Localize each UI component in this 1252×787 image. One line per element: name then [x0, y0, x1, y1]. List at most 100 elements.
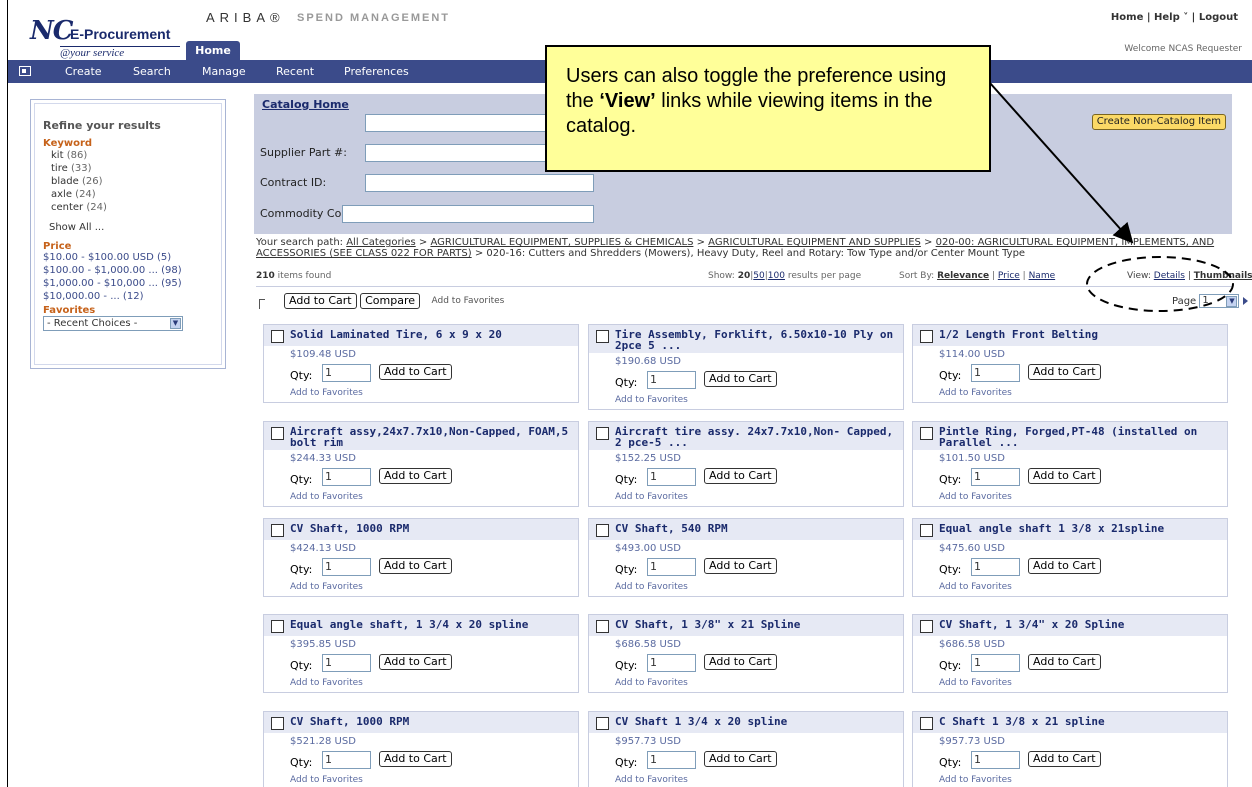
- keyword-item[interactable]: tire (33): [51, 163, 91, 174]
- add-to-cart-button[interactable]: Add to Cart: [704, 751, 777, 767]
- add-to-favorites-link[interactable]: Add to Favorites: [939, 775, 1012, 785]
- add-to-cart-button[interactable]: Add to Cart: [704, 468, 777, 484]
- add-to-favorites-link[interactable]: Add to Favorites: [432, 296, 505, 306]
- sort-name-link[interactable]: Name: [1029, 271, 1056, 281]
- keyword-item[interactable]: blade (26): [51, 176, 102, 187]
- item-checkbox[interactable]: [920, 330, 933, 343]
- add-to-cart-button[interactable]: Add to Cart: [704, 371, 777, 387]
- logout-link[interactable]: Logout: [1199, 12, 1238, 23]
- keyword-item[interactable]: kit (86): [51, 150, 87, 161]
- nav-manage[interactable]: Manage: [202, 65, 246, 78]
- item-checkbox[interactable]: [920, 717, 933, 730]
- nav-create[interactable]: Create: [65, 65, 102, 78]
- add-to-favorites-link[interactable]: Add to Favorites: [615, 492, 688, 502]
- add-to-cart-button[interactable]: Add to Cart: [1028, 364, 1101, 380]
- next-page-icon[interactable]: [1243, 297, 1249, 305]
- add-to-favorites-link[interactable]: Add to Favorites: [615, 775, 688, 785]
- view-details-link[interactable]: Details: [1154, 271, 1185, 281]
- add-to-cart-button[interactable]: Add to Cart: [379, 364, 452, 380]
- view-thumbnails-link[interactable]: Thumbnails: [1194, 271, 1252, 281]
- item-title[interactable]: CV Shaft, 1 3/8" x 21 Spline: [615, 618, 800, 631]
- price-range-item[interactable]: $1,000.00 - $10,000 ... (95): [43, 278, 182, 289]
- sort-relevance-link[interactable]: Relevance: [937, 271, 989, 281]
- qty-input[interactable]: 1: [647, 654, 696, 672]
- item-checkbox[interactable]: [271, 620, 284, 633]
- favorites-select[interactable]: - Recent Choices - ▼: [43, 316, 183, 331]
- add-to-cart-button[interactable]: Add to Cart: [704, 654, 777, 670]
- item-checkbox[interactable]: [596, 427, 609, 440]
- add-to-favorites-link[interactable]: Add to Favorites: [939, 492, 1012, 502]
- price-range-item[interactable]: $10.00 - $100.00 USD (5): [43, 252, 171, 263]
- qty-input[interactable]: 1: [647, 558, 696, 576]
- add-to-cart-button[interactable]: Add to Cart: [379, 654, 452, 670]
- add-to-favorites-link[interactable]: Add to Favorites: [290, 492, 363, 502]
- item-checkbox[interactable]: [596, 620, 609, 633]
- item-title[interactable]: Solid Laminated Tire, 6 x 9 x 20: [290, 328, 502, 341]
- commodity-code-input[interactable]: [342, 205, 594, 223]
- qty-input[interactable]: 1: [971, 751, 1020, 769]
- item-title[interactable]: Aircraft tire assy. 24x7.7x10,Non- Cappe…: [615, 425, 893, 449]
- help-link[interactable]: Help ˅: [1154, 12, 1188, 23]
- qty-input[interactable]: 1: [647, 468, 696, 486]
- add-to-favorites-link[interactable]: Add to Favorites: [290, 678, 363, 688]
- add-to-favorites-link[interactable]: Add to Favorites: [290, 388, 363, 398]
- show-100-link[interactable]: 100: [768, 271, 785, 281]
- chevron-down-icon[interactable]: ▼: [1226, 296, 1238, 307]
- qty-input[interactable]: 1: [647, 751, 696, 769]
- catalog-home-link[interactable]: Catalog Home: [262, 98, 349, 111]
- contract-id-input[interactable]: [365, 174, 594, 192]
- add-to-cart-button[interactable]: Add to Cart: [284, 293, 357, 309]
- item-checkbox[interactable]: [271, 330, 284, 343]
- item-checkbox[interactable]: [271, 524, 284, 537]
- item-title[interactable]: Aircraft assy,24x7.7x10,Non-Capped, FOAM…: [290, 425, 568, 449]
- show-all-link[interactable]: Show All ...: [49, 222, 104, 233]
- add-to-cart-button[interactable]: Add to Cart: [379, 558, 452, 574]
- item-checkbox[interactable]: [271, 427, 284, 440]
- add-to-cart-button[interactable]: Add to Cart: [379, 751, 452, 767]
- item-checkbox[interactable]: [920, 620, 933, 633]
- qty-input[interactable]: 1: [647, 371, 696, 389]
- add-to-favorites-link[interactable]: Add to Favorites: [615, 395, 688, 405]
- item-title[interactable]: CV Shaft 1 3/4 x 20 spline: [615, 715, 787, 728]
- price-range-item[interactable]: $100.00 - $1,000.00 ... (98): [43, 265, 182, 276]
- breadcrumb-item[interactable]: AGRICULTURAL EQUIPMENT AND SUPPLIES: [708, 237, 921, 248]
- breadcrumb-item[interactable]: All Categories: [346, 237, 415, 248]
- qty-input[interactable]: 1: [322, 364, 371, 382]
- item-title[interactable]: CV Shaft, 1000 RPM: [290, 715, 409, 728]
- add-to-cart-button[interactable]: Add to Cart: [1028, 751, 1101, 767]
- item-checkbox[interactable]: [271, 717, 284, 730]
- item-title[interactable]: CV Shaft, 1000 RPM: [290, 522, 409, 535]
- item-checkbox[interactable]: [920, 427, 933, 440]
- chevron-down-icon[interactable]: ▼: [170, 318, 181, 329]
- item-checkbox[interactable]: [920, 524, 933, 537]
- item-title[interactable]: 1/2 Length Front Belting: [939, 328, 1098, 341]
- add-to-cart-button[interactable]: Add to Cart: [1028, 468, 1101, 484]
- add-to-cart-button[interactable]: Add to Cart: [379, 468, 452, 484]
- show-50-link[interactable]: 50: [753, 271, 764, 281]
- tab-home[interactable]: Home: [186, 41, 240, 60]
- home-link[interactable]: Home: [1111, 12, 1143, 23]
- item-title[interactable]: Pintle Ring, Forged,PT-48 (installed on …: [939, 425, 1197, 449]
- compare-button[interactable]: Compare: [360, 293, 420, 309]
- item-title[interactable]: Equal angle shaft, 1 3/4 x 20 spline: [290, 618, 528, 631]
- add-to-cart-button[interactable]: Add to Cart: [704, 558, 777, 574]
- item-title[interactable]: CV Shaft, 540 RPM: [615, 522, 728, 535]
- item-checkbox[interactable]: [596, 330, 609, 343]
- nc-eprocurement-logo[interactable]: NC E-Procurement @your service: [30, 16, 180, 59]
- page-select[interactable]: 1 ▼: [1199, 294, 1240, 308]
- add-to-cart-button[interactable]: Add to Cart: [1028, 558, 1101, 574]
- nav-recent[interactable]: Recent: [276, 65, 314, 78]
- item-title[interactable]: Tire Assembly, Forklift, 6.50x10-10 Ply …: [615, 328, 893, 352]
- sort-price-link[interactable]: Price: [998, 271, 1020, 281]
- add-to-favorites-link[interactable]: Add to Favorites: [939, 678, 1012, 688]
- show-20-option[interactable]: 20: [738, 271, 751, 281]
- add-to-cart-button[interactable]: Add to Cart: [1028, 654, 1101, 670]
- add-to-favorites-link[interactable]: Add to Favorites: [939, 388, 1012, 398]
- dashboard-icon[interactable]: [19, 66, 31, 76]
- add-to-favorites-link[interactable]: Add to Favorites: [290, 582, 363, 592]
- breadcrumb-item[interactable]: AGRICULTURAL EQUIPMENT, SUPPLIES & CHEMI…: [430, 237, 693, 248]
- item-checkbox[interactable]: [596, 524, 609, 537]
- qty-input[interactable]: 1: [322, 468, 371, 486]
- qty-input[interactable]: 1: [322, 751, 371, 769]
- qty-input[interactable]: 1: [971, 364, 1020, 382]
